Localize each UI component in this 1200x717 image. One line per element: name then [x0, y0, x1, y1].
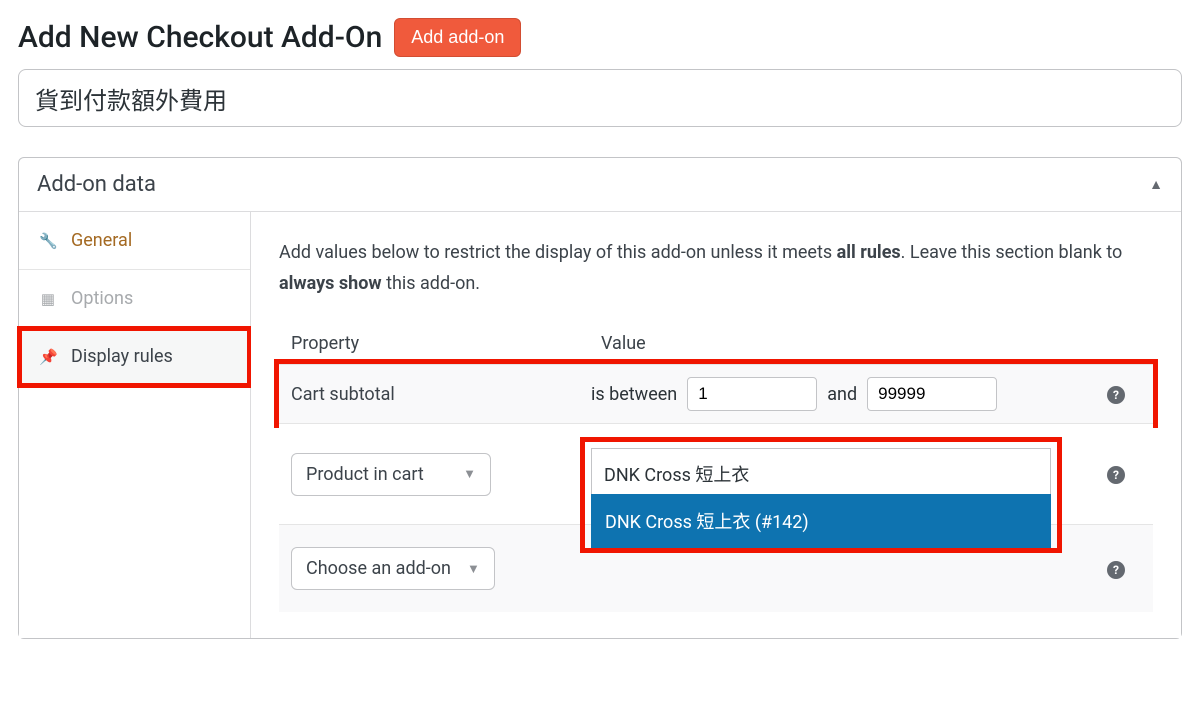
- rule-row-product-in-cart: Product in cart ▼ DNK Cross 短上衣 DNK Cros…: [279, 423, 1153, 524]
- rule-row-cart-subtotal: Cart subtotal is between and ?: [279, 364, 1153, 423]
- collapse-toggle-icon[interactable]: ▲: [1149, 176, 1163, 193]
- tab-general[interactable]: 🔧 General: [19, 212, 250, 270]
- tab-options-label: Options: [71, 288, 133, 309]
- grid-icon: ▦: [39, 290, 57, 308]
- chevron-down-icon: ▼: [467, 561, 480, 577]
- panel-title: Add-on data: [37, 172, 156, 197]
- property-select-label: Product in cart: [306, 464, 424, 485]
- help-icon[interactable]: ?: [1107, 386, 1125, 404]
- wrench-icon: 🔧: [39, 232, 57, 250]
- column-property: Property: [291, 333, 601, 354]
- property-select-choose-addon[interactable]: Choose an add-on ▼: [291, 547, 495, 590]
- cart-subtotal-to-input[interactable]: [867, 377, 997, 411]
- tab-display-rules[interactable]: 📌 Display rules: [19, 328, 250, 386]
- addon-data-panel: Add-on data ▲ 🔧 General ▦ Options 📌 Disp…: [18, 157, 1182, 639]
- addon-title-input[interactable]: [18, 69, 1182, 127]
- tab-options[interactable]: ▦ Options: [19, 270, 250, 328]
- product-option[interactable]: DNK Cross 短上衣 (#142): [591, 494, 1051, 548]
- cart-subtotal-label: Cart subtotal: [291, 384, 591, 405]
- display-rules-content: Add values below to restrict the display…: [251, 212, 1181, 638]
- help-icon[interactable]: ?: [1107, 561, 1125, 579]
- chevron-down-icon: ▼: [463, 466, 476, 482]
- help-icon[interactable]: ?: [1107, 466, 1125, 484]
- settings-tabs: 🔧 General ▦ Options 📌 Display rules: [19, 212, 251, 638]
- property-select-product-in-cart[interactable]: Product in cart ▼: [291, 453, 491, 496]
- page-title: Add New Checkout Add-On: [18, 20, 382, 55]
- intro-text: Add values below to restrict the display…: [279, 238, 1153, 299]
- add-addon-button[interactable]: Add add-on: [394, 18, 521, 57]
- operator-text: is between: [591, 384, 677, 405]
- pin-icon: 📌: [39, 348, 57, 366]
- product-search-input[interactable]: DNK Cross 短上衣: [591, 448, 1051, 500]
- conj-text: and: [827, 384, 857, 405]
- panel-header[interactable]: Add-on data ▲: [19, 158, 1181, 212]
- choose-addon-label: Choose an add-on: [306, 558, 451, 579]
- tab-display-rules-label: Display rules: [71, 346, 173, 367]
- tab-general-label: General: [71, 230, 132, 251]
- cart-subtotal-from-input[interactable]: [687, 377, 817, 411]
- column-value: Value: [601, 333, 1141, 354]
- product-dropdown: DNK Cross 短上衣 (#142): [591, 494, 1051, 548]
